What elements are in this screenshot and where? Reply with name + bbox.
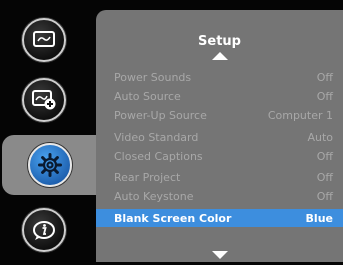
menu-item-label: Rear Project <box>114 170 181 184</box>
menu-item-video-standard[interactable]: Video Standard Auto <box>96 128 343 146</box>
info-icon <box>22 208 66 252</box>
menu-item-label: Auto Keystone <box>114 189 194 203</box>
menu-item-closed-captions[interactable]: Closed Captions Off <box>96 147 343 165</box>
page-title: Setup <box>198 34 241 49</box>
menu-item-value: Off <box>316 149 333 163</box>
scroll-down-arrow-icon[interactable] <box>212 251 228 259</box>
projector-osd: Setup Power Sounds Off Auto Source Off P… <box>0 0 343 265</box>
menu-item-label: Video Standard <box>114 130 199 144</box>
menu-item-label: Power-Up Source <box>114 108 207 122</box>
menu-item-power-up-source[interactable]: Power-Up Source Computer 1 <box>96 106 343 124</box>
sidebar-item-information[interactable] <box>22 208 66 252</box>
menu-item-value: Off <box>316 70 333 84</box>
menu-item-label: Closed Captions <box>114 149 203 163</box>
sidebar-item-setup[interactable] <box>2 135 98 195</box>
menu-item-value: Off <box>316 170 333 184</box>
scroll-up-arrow-icon[interactable] <box>212 52 228 60</box>
menu-item-value: Computer 1 <box>267 108 333 122</box>
menu-item-label: Auto Source <box>114 89 181 103</box>
display-icon <box>22 18 66 62</box>
gear-icon <box>28 143 72 187</box>
setup-menu-panel: Setup Power Sounds Off Auto Source Off P… <box>96 10 343 262</box>
menu-item-rear-project[interactable]: Rear Project Off <box>96 168 343 186</box>
menu-item-power-sounds[interactable]: Power Sounds Off <box>96 68 343 86</box>
menu-item-label: Power Sounds <box>114 70 192 84</box>
sidebar-item-display-plus[interactable] <box>22 78 66 122</box>
sidebar <box>0 0 98 265</box>
menu-item-value: Off <box>316 189 333 203</box>
menu-item-auto-source[interactable]: Auto Source Off <box>96 87 343 105</box>
menu-item-blank-screen-color[interactable]: Blank Screen Color Blue <box>96 209 343 227</box>
menu-item-value: Blue <box>305 211 333 225</box>
display-plus-icon <box>22 78 66 122</box>
menu-item-auto-keystone[interactable]: Auto Keystone Off <box>96 187 343 205</box>
menu-item-label: Blank Screen Color <box>114 211 232 225</box>
menu-item-value: Off <box>316 89 333 103</box>
menu-item-value: Auto <box>307 130 333 144</box>
sidebar-item-display[interactable] <box>22 18 66 62</box>
